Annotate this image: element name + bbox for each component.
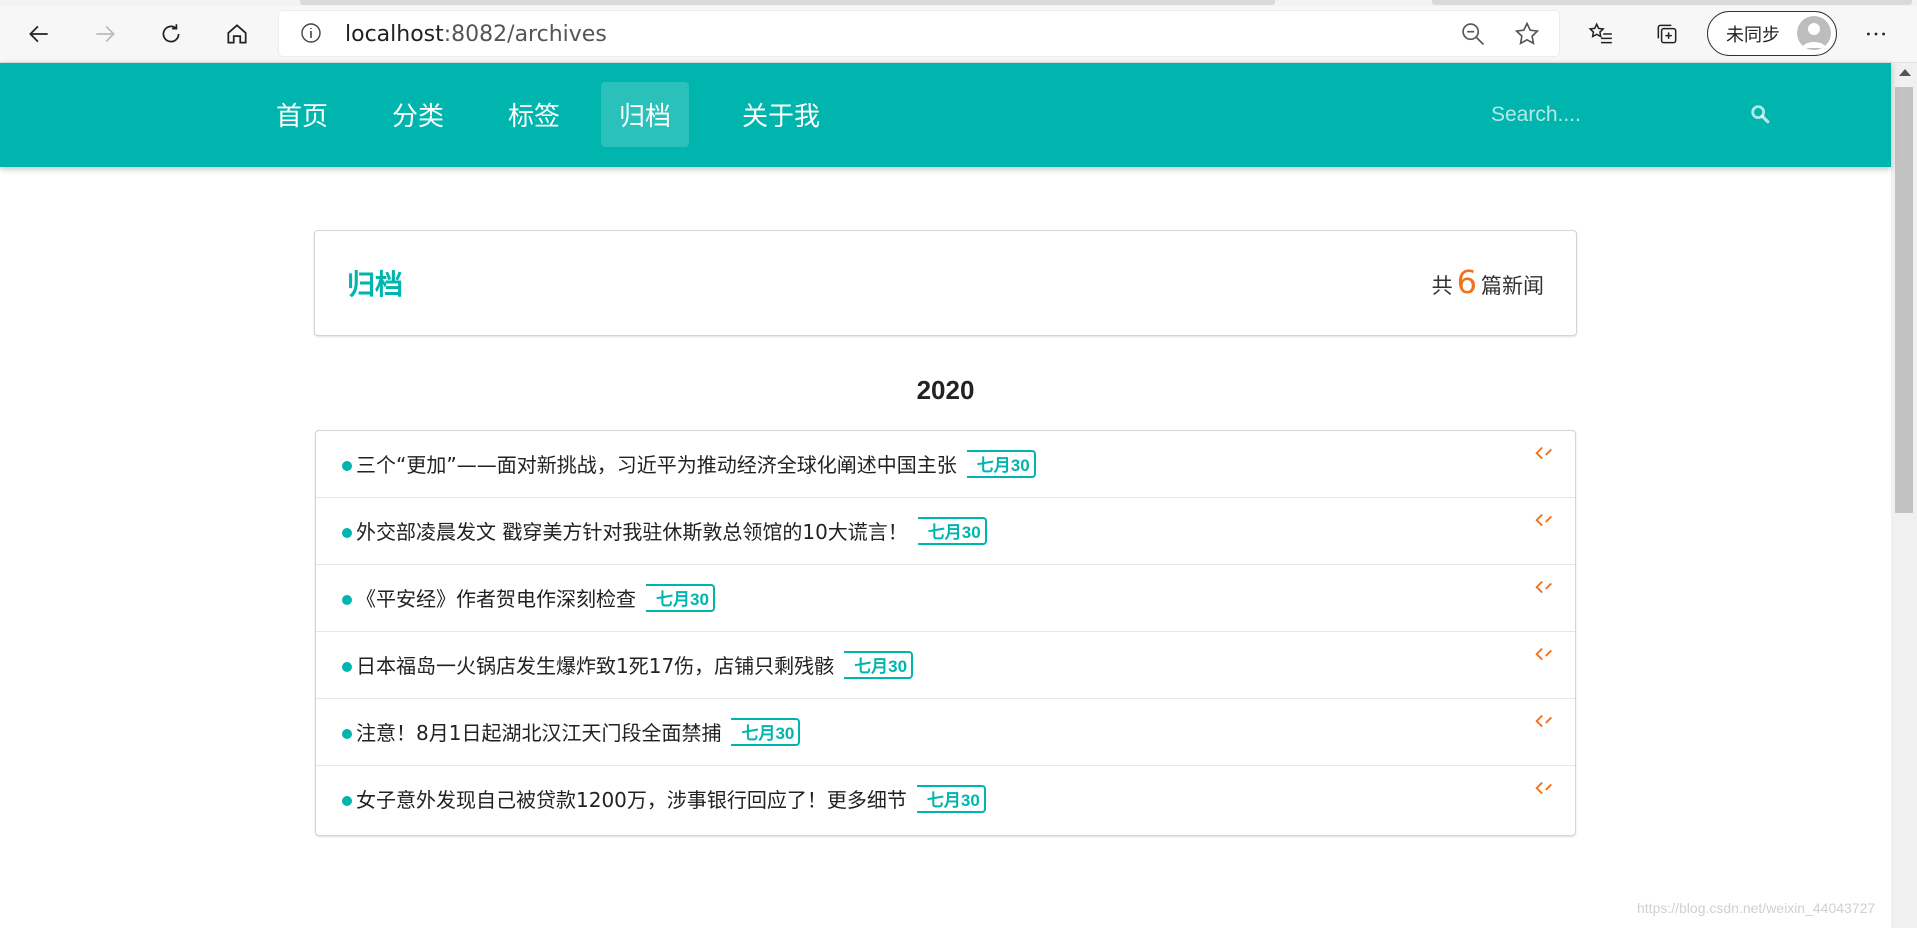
bullet-dot (342, 595, 352, 605)
date-tag: 七月30 (731, 717, 801, 746)
more-icon[interactable] (1856, 14, 1896, 54)
home-icon[interactable] (217, 14, 257, 54)
code-icon (1535, 714, 1552, 728)
url-path: :8082/archives (443, 22, 607, 47)
date-tag: 七月30 (917, 516, 987, 545)
bullet-dot (342, 662, 352, 672)
collections-icon[interactable] (1647, 14, 1687, 54)
site-nav-menu: 首页 分类 标签 归档 关于我 Search.... (0, 63, 1891, 167)
bullet-dot (342, 796, 352, 806)
list-item[interactable]: 注意！8月1日起湖北汉江天门段全面禁捕 七月30 (316, 699, 1575, 766)
archive-header: 归档 共 6 篇新闻 (314, 230, 1577, 336)
tab-indicator (300, 0, 1275, 5)
count-prefix: 共 (1431, 274, 1453, 298)
article-title-link[interactable]: 外交部凌晨发文 戳穿美方针对我驻休斯敦总领馆的10大谎言！ (356, 516, 908, 545)
date-tag-label: 七月30 (656, 590, 709, 609)
scrollbar-thumb[interactable] (1895, 87, 1913, 513)
count-suffix: 篇新闻 (1481, 274, 1544, 298)
favorite-star-icon[interactable] (1513, 20, 1541, 48)
forward-icon[interactable] (85, 14, 125, 54)
nav-item-home[interactable]: 首页 (258, 82, 346, 147)
page-title: 归档 (347, 268, 404, 301)
zoom-out-icon[interactable] (1459, 20, 1487, 48)
article-title-link[interactable]: 《平安经》作者贺电作深刻检查 (356, 583, 636, 612)
address-bar[interactable]: localhost:8082/archives (279, 11, 1559, 56)
year-heading: 2020 (916, 375, 975, 405)
nav-item-categories[interactable]: 分类 (374, 82, 462, 147)
list-item[interactable]: 外交部凌晨发文 戳穿美方针对我驻休斯敦总领馆的10大谎言！ 七月30 (316, 498, 1575, 565)
bullet-dot (342, 729, 352, 739)
date-tag-label: 七月30 (976, 456, 1030, 475)
scroll-up-icon[interactable] (1899, 69, 1911, 76)
count-number: 6 (1456, 263, 1477, 301)
article-count: 共 6 篇新闻 (1432, 263, 1544, 301)
list-item[interactable]: 女子意外发现自己被贷款1200万，涉事银行回应了！更多细节 七月30 (316, 766, 1575, 833)
archive-list: 三个“更加”——面对新挑战，习近平为推动经济全球化阐述中国主张 七月30 外交部凌… (315, 430, 1576, 836)
article-title-link[interactable]: 女子意外发现自己被贷款1200万，涉事银行回应了！更多细节 (356, 784, 907, 813)
list-item[interactable]: 《平安经》作者贺电作深刻检查 七月30 (316, 565, 1575, 632)
list-item[interactable]: 三个“更加”——面对新挑战，习近平为推动经济全球化阐述中国主张 七月30 (316, 431, 1575, 498)
profile-sync-button[interactable]: 未同步 (1707, 11, 1837, 56)
info-icon[interactable] (299, 21, 323, 45)
code-icon (1535, 781, 1552, 795)
back-icon[interactable] (19, 14, 59, 54)
code-icon (1535, 647, 1552, 661)
sync-label: 未同步 (1726, 24, 1780, 46)
url-text[interactable]: localhost:8082/archives (345, 22, 607, 47)
search-icon[interactable] (1749, 103, 1771, 125)
browser-toolbar: localhost:8082/archives 未同步 (0, 6, 1917, 63)
bullet-dot (342, 528, 352, 538)
code-icon (1535, 446, 1552, 460)
nav-item-about[interactable]: 关于我 (724, 82, 838, 147)
code-icon (1535, 580, 1552, 594)
page-scrollbar[interactable] (1891, 63, 1917, 928)
article-title-link[interactable]: 日本福岛一火锅店发生爆炸致1死17伤，店铺只剩残骸 (356, 650, 834, 679)
favorites-list-icon[interactable] (1581, 14, 1621, 54)
watermark-text: https://blog.csdn.net/weixin_44043727 (1637, 900, 1876, 916)
date-tag: 七月30 (916, 784, 986, 813)
date-tag-label: 七月30 (926, 791, 980, 810)
date-tag-label: 七月30 (741, 724, 795, 743)
tab-indicator (1432, 0, 1912, 5)
article-title-link[interactable]: 三个“更加”——面对新挑战，习近平为推动经济全球化阐述中国主张 (356, 449, 957, 478)
date-tag: 七月30 (844, 650, 914, 679)
date-tag: 七月30 (646, 583, 715, 612)
nav-item-tags[interactable]: 标签 (490, 82, 578, 147)
avatar (1797, 16, 1831, 50)
url-host: localhost (345, 22, 444, 47)
search-input[interactable]: Search.... (1491, 93, 1771, 137)
list-item[interactable]: 日本福岛一火锅店发生爆炸致1死17伤，店铺只剩残骸 七月30 (316, 632, 1575, 699)
article-title-link[interactable]: 注意！8月1日起湖北汉江天门段全面禁捕 (356, 717, 721, 746)
date-tag-label: 七月30 (927, 523, 981, 542)
bullet-dot (342, 461, 352, 471)
date-tag: 七月30 (966, 449, 1036, 478)
date-tag-label: 七月30 (854, 657, 908, 676)
search-placeholder: Search.... (1491, 103, 1581, 126)
refresh-icon[interactable] (151, 14, 191, 54)
nav-item-archives[interactable]: 归档 (601, 82, 690, 147)
code-icon (1535, 513, 1552, 527)
